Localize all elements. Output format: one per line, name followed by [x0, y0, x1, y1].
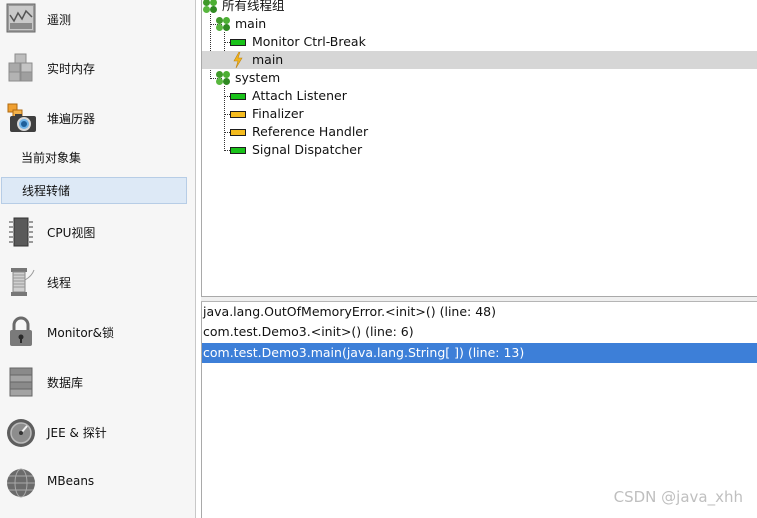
thread-group-icon — [216, 17, 230, 31]
thread-state-yellow-icon — [230, 111, 246, 118]
tree-node-label: 所有线程组 — [222, 0, 285, 13]
sidebar-item-telemetry[interactable]: 遥测 — [0, 3, 196, 33]
sidebar-item-heap-walker[interactable]: 堆遍历器 — [0, 101, 196, 133]
thread-state-green-icon — [230, 147, 246, 154]
thread-tree: 所有线程组 main Monitor Ctrl-Break main syste… — [201, 0, 757, 297]
sidebar-item-label: JEE & 探针 — [47, 426, 107, 440]
heap-walker-icon — [6, 102, 36, 132]
sidebar: 遥测 实时内存 堆遍历器 当前对象集 线程转储 CPU视图 线程 Monitor… — [0, 0, 196, 518]
tree-node-label: Monitor Ctrl-Break — [252, 34, 366, 49]
sidebar-item-jee-probes[interactable]: JEE & 探针 — [0, 415, 196, 447]
tree-node-label: main — [252, 52, 284, 67]
thread-group-icon — [216, 71, 230, 85]
telemetry-icon — [6, 3, 36, 33]
globe-icon — [6, 466, 36, 498]
tree-node-label: system — [235, 70, 281, 85]
live-memory-icon — [6, 52, 36, 82]
tree-node-thread[interactable]: main — [202, 51, 757, 69]
sidebar-item-label: 线程 — [47, 276, 72, 290]
tree-node-thread[interactable]: Monitor Ctrl-Break — [202, 33, 757, 51]
stack-trace-list: java.lang.OutOfMemoryError.<init>() (lin… — [201, 302, 757, 518]
stack-frame[interactable]: java.lang.OutOfMemoryError.<init>() (lin… — [202, 302, 757, 322]
sidebar-item-label: MBeans — [47, 474, 95, 488]
thread-state-yellow-icon — [230, 129, 246, 136]
sub-item-thread-dump[interactable]: 线程转储 — [1, 177, 187, 204]
thread-state-green-icon — [230, 39, 246, 46]
cpu-icon — [6, 216, 36, 247]
thread-state-green-icon — [230, 93, 246, 100]
tree-node-group[interactable]: main — [202, 15, 757, 33]
tree-node-thread[interactable]: Finalizer — [202, 105, 757, 123]
sidebar-item-database[interactable]: 数据库 — [0, 365, 196, 397]
sidebar-item-monitor-lock[interactable]: Monitor&锁 — [0, 315, 196, 347]
sidebar-item-cpu[interactable]: CPU视图 — [0, 215, 196, 247]
thread-group-icon — [203, 0, 217, 13]
database-icon — [6, 366, 36, 397]
tree-node-label: Finalizer — [252, 106, 304, 121]
sidebar-item-label: 实时内存 — [47, 62, 96, 76]
tree-node-label: Signal Dispatcher — [252, 142, 363, 157]
tree-node-label: main — [235, 16, 267, 31]
gauge-icon — [6, 416, 36, 447]
tree-node-thread[interactable]: Attach Listener — [202, 87, 757, 105]
tree-node-label: Reference Handler — [252, 124, 369, 139]
tree-node-root[interactable]: 所有线程组 — [202, 0, 757, 15]
tree-node-thread[interactable]: Reference Handler — [202, 123, 757, 141]
threads-icon — [6, 266, 36, 296]
sidebar-item-label: CPU视图 — [47, 226, 96, 240]
tree-node-group[interactable]: system — [202, 69, 757, 87]
sidebar-item-mbeans[interactable]: MBeans — [0, 465, 196, 498]
tree-node-thread[interactable]: Signal Dispatcher — [202, 141, 757, 159]
stack-frame[interactable]: com.test.Demo3.main(java.lang.String[ ])… — [202, 343, 757, 363]
sidebar-item-label: Monitor&锁 — [47, 326, 114, 340]
sidebar-item-label: 堆遍历器 — [47, 112, 96, 126]
sidebar-item-label: 遥测 — [47, 13, 72, 27]
stack-frame[interactable]: com.test.Demo3.<init>() (line: 6) — [202, 322, 757, 342]
sidebar-item-live-memory[interactable]: 实时内存 — [0, 52, 196, 82]
tree-node-label: Attach Listener — [252, 88, 347, 103]
sub-item-current-object-set[interactable]: 当前对象集 — [0, 145, 196, 172]
sidebar-item-label: 数据库 — [47, 376, 84, 390]
sidebar-item-threads[interactable]: 线程 — [0, 265, 196, 297]
lock-icon — [6, 316, 36, 346]
watermark: CSDN @java_xhh — [613, 488, 743, 506]
